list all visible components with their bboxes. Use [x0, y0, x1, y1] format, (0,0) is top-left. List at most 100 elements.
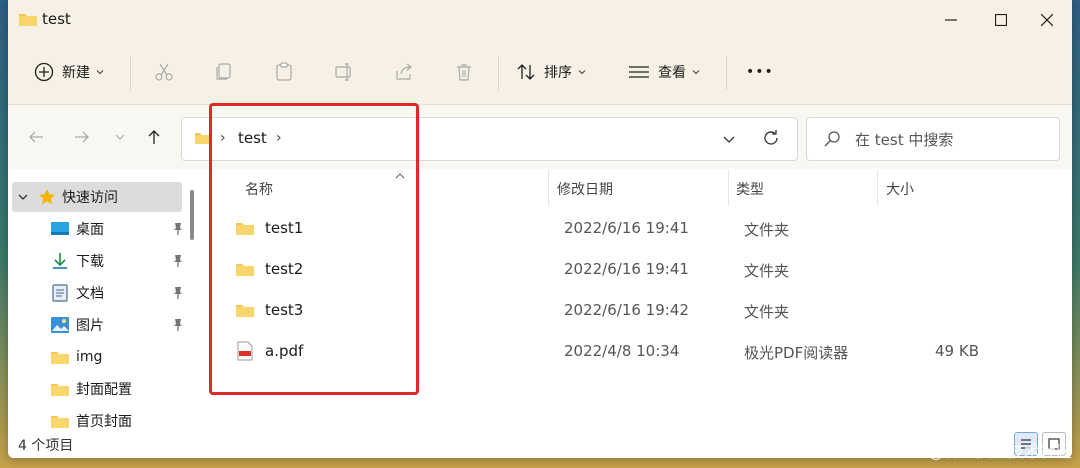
back-button[interactable]: [24, 125, 48, 149]
column-header-type[interactable]: 类型: [736, 179, 764, 199]
chevron-down-icon[interactable]: [722, 132, 736, 146]
file-size: 49 KB: [935, 342, 979, 360]
more-icon: •••: [746, 64, 774, 80]
sort-button[interactable]: 排序: [516, 50, 586, 94]
search-input[interactable]: 在 test 中搜索: [855, 129, 953, 150]
pin-icon: [174, 319, 182, 331]
chevron-down-icon: [578, 70, 586, 75]
sort-icon: [517, 64, 535, 80]
file-modified: 2022/4/8 10:34: [564, 342, 680, 360]
window-title: test: [42, 10, 71, 28]
column-divider[interactable]: [877, 170, 878, 206]
file-modified: 2022/6/16 19:41: [564, 260, 689, 278]
close-icon: [1041, 14, 1053, 26]
cut-button[interactable]: [154, 50, 174, 94]
recent-locations-button[interactable]: [108, 125, 132, 149]
scissors-icon: [155, 63, 173, 81]
document-icon: [52, 284, 68, 302]
plus-circle-icon: [34, 62, 54, 82]
command-bar: 新建 排序 查看 •••: [8, 40, 1072, 105]
up-button[interactable]: [142, 125, 166, 149]
minimize-button[interactable]: [926, 0, 976, 40]
sidebar-label: 图片: [76, 318, 104, 334]
new-button[interactable]: 新建: [34, 50, 104, 94]
search-icon: [824, 131, 840, 147]
chevron-down-icon: [692, 70, 700, 75]
trash-icon: [457, 64, 471, 81]
star-icon: [39, 189, 55, 205]
paste-button[interactable]: [274, 50, 294, 94]
column-divider[interactable]: [728, 170, 729, 206]
item-count: 4 个项目: [18, 438, 74, 454]
view-list-icon: [629, 66, 649, 78]
sidebar-item-downloads[interactable]: 下载: [8, 246, 184, 276]
sidebar-item-documents[interactable]: 文档: [8, 278, 184, 308]
title-bar: test: [8, 0, 1072, 40]
rename-button[interactable]: [334, 50, 354, 94]
sort-label: 排序: [544, 65, 572, 81]
sidebar-label: 封面配置: [76, 382, 132, 398]
share-icon: [396, 63, 412, 80]
navigation-pane: 快速访问 桌面 下载 文档 图片 img 封面配置 首页封面: [8, 170, 203, 430]
folder-icon: [51, 384, 69, 396]
column-header-size[interactable]: 大小: [886, 179, 914, 199]
annotation-highlight-box: [209, 103, 419, 395]
column-header-modified[interactable]: 修改日期: [557, 179, 613, 199]
column-divider[interactable]: [548, 170, 549, 206]
view-button[interactable]: 查看: [628, 50, 700, 94]
pin-icon: [174, 223, 182, 235]
pin-icon: [174, 255, 182, 267]
chevron-down-icon: [96, 70, 104, 75]
download-icon: [53, 253, 67, 269]
arrow-right-icon: [75, 131, 89, 143]
toolbar-divider: [498, 56, 499, 90]
maximize-button[interactable]: [976, 0, 1026, 40]
sidebar-item-cover-config[interactable]: 封面配置: [8, 374, 184, 404]
file-type: 文件夹: [744, 262, 790, 280]
sidebar-item-quick-access[interactable]: 快速访问: [12, 182, 182, 212]
delete-button[interactable]: [454, 50, 474, 94]
explorer-window: test 新建 排序 查看 ••• › test › 在 test 中搜索 快速…: [8, 0, 1072, 458]
copy-button[interactable]: [214, 50, 234, 94]
arrow-left-icon: [29, 131, 43, 143]
view-label: 查看: [658, 65, 686, 81]
folder-icon: [51, 352, 69, 364]
navigation-bar: › test › 在 test 中搜索: [8, 105, 1072, 169]
file-modified: 2022/6/16 19:42: [564, 301, 689, 319]
toolbar-divider: [130, 56, 131, 90]
toolbar-divider: [726, 56, 727, 90]
folder-icon: [51, 416, 69, 428]
file-modified: 2022/6/16 19:41: [564, 219, 689, 237]
status-bar: 4 个项目: [8, 430, 1072, 458]
sidebar-label: 首页封面: [76, 414, 132, 430]
sidebar-label-quick-access: 快速访问: [62, 190, 118, 206]
rename-icon: [335, 63, 351, 81]
sidebar-item-desktop[interactable]: 桌面: [8, 214, 184, 244]
desktop-icon: [51, 222, 69, 235]
pin-icon: [174, 287, 182, 299]
sidebar-label: img: [76, 349, 103, 365]
copy-icon: [216, 63, 231, 80]
forward-button[interactable]: [70, 125, 94, 149]
maximize-icon: [995, 14, 1007, 26]
close-button[interactable]: [1022, 0, 1072, 40]
sidebar-item-pictures[interactable]: 图片: [8, 310, 184, 340]
sidebar-label: 桌面: [76, 222, 104, 238]
search-box[interactable]: 在 test 中搜索: [806, 117, 1060, 161]
chevron-down-icon: [115, 134, 125, 140]
paste-icon: [276, 62, 292, 81]
sidebar-scrollbar[interactable]: [190, 190, 194, 240]
watermark-text: @稀土掘金技术社区: [927, 442, 1072, 461]
chevron-down-icon[interactable]: [18, 192, 28, 202]
file-type: 文件夹: [744, 221, 790, 239]
folder-icon: [19, 14, 37, 26]
file-type: 文件夹: [744, 303, 790, 321]
share-button[interactable]: [394, 50, 414, 94]
more-button[interactable]: •••: [746, 50, 774, 94]
sidebar-label: 文档: [76, 286, 104, 302]
sidebar-label: 下载: [76, 254, 104, 270]
arrow-up-icon: [148, 130, 160, 144]
sidebar-item-img[interactable]: img: [8, 342, 184, 372]
refresh-icon[interactable]: [762, 129, 780, 147]
file-type: 极光PDF阅读器: [744, 344, 849, 362]
